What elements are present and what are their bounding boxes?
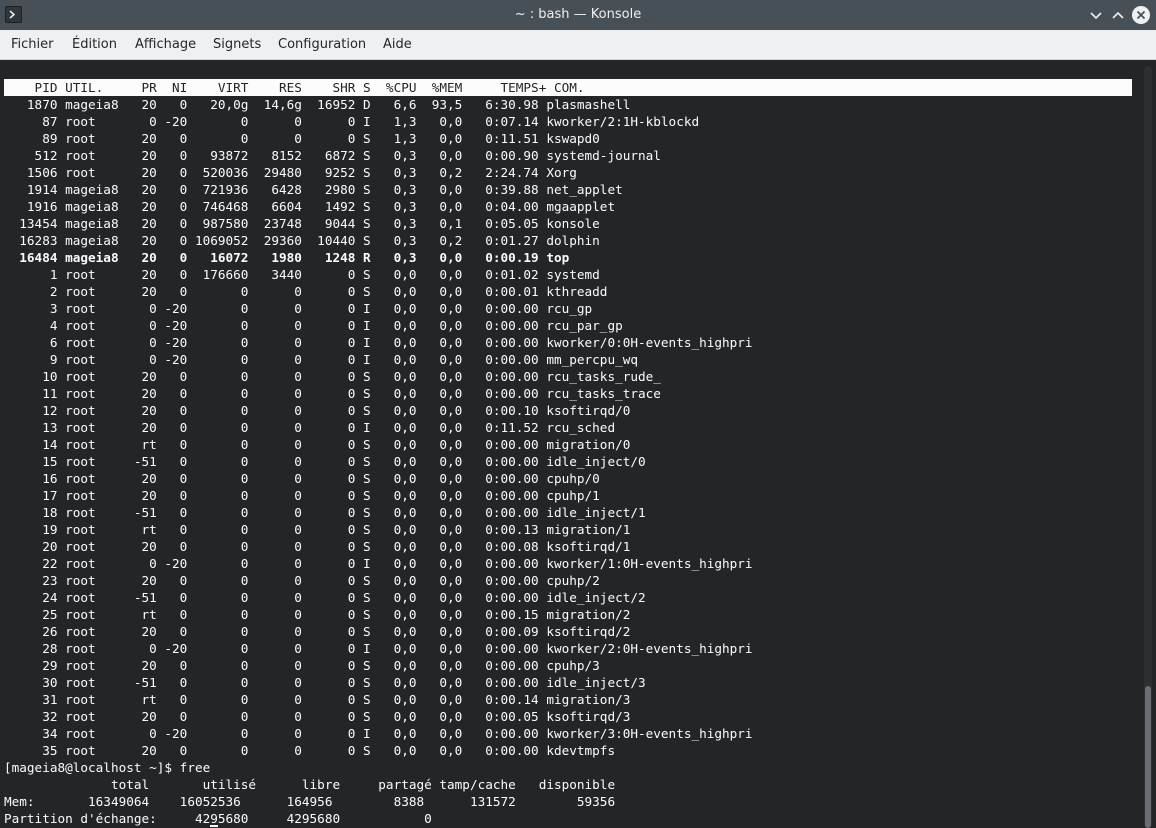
- terminal-line: 13454 mageia8 20 0 987580 23748 9044 S 0…: [4, 216, 600, 231]
- menu-edition[interactable]: Édition: [72, 37, 117, 52]
- terminal-line: 512 root 20 0 93872 8152 6872 S 0,3 0,0 …: [4, 148, 661, 163]
- terminal-line: Mem: 16349064 16052536 164956 8388 13157…: [4, 794, 616, 809]
- minimize-icon: [1090, 12, 1102, 20]
- terminal-line: 9 root 0 -20 0 0 0 I 0,0 0,0 0:00.00 mm_…: [4, 352, 638, 367]
- terminal-line: 23 root 20 0 0 0 0 S 0,0 0,0 0:00.00 cpu…: [4, 573, 600, 588]
- terminal-line: 17 root 20 0 0 0 0 S 0,0 0,0 0:00.00 cpu…: [4, 488, 600, 503]
- maximize-button[interactable]: [1108, 5, 1128, 25]
- terminal-line: 1506 root 20 0 520036 29480 9252 S 0,3 0…: [4, 165, 577, 180]
- terminal-line: 20 root 20 0 0 0 0 S 0,0 0,0 0:00.08 kso…: [4, 539, 631, 554]
- menu-configuration[interactable]: Configuration: [278, 37, 366, 52]
- terminal-line: total utilisé libre partagé tamp/cache d…: [4, 777, 616, 792]
- terminal-line: 32 root 20 0 0 0 0 S 0,0 0,0 0:00.05 kso…: [4, 709, 631, 724]
- terminal-line: 14 root rt 0 0 0 0 S 0,0 0,0 0:00.00 mig…: [4, 437, 631, 452]
- terminal-line: 34 root 0 -20 0 0 0 I 0,0 0,0 0:00.00 kw…: [4, 726, 753, 741]
- terminal-line: 4 root 0 -20 0 0 0 I 0,0 0,0 0:00.00 rcu…: [4, 318, 623, 333]
- terminal-line: 29 root 20 0 0 0 0 S 0,0 0,0 0:00.00 cpu…: [4, 658, 600, 673]
- minimize-button[interactable]: [1086, 5, 1106, 25]
- menu-bar: Fichier Édition Affichage Signets Config…: [0, 30, 1156, 60]
- terminal-line: 6 root 0 -20 0 0 0 I 0,0 0,0 0:00.00 kwo…: [4, 335, 753, 350]
- terminal-line: 1870 mageia8 20 0 20,0g 14,6g 16952 D 6,…: [4, 97, 631, 112]
- terminal-line: 24 root -51 0 0 0 0 S 0,0 0,0 0:00.00 id…: [4, 590, 646, 605]
- terminal-line: 28 root 0 -20 0 0 0 I 0,0 0,0 0:00.00 kw…: [4, 641, 753, 656]
- text-cursor: [210, 825, 218, 827]
- terminal-line: 1 root 20 0 176660 3440 0 S 0,0 0,0 0:01…: [4, 267, 600, 282]
- terminal-line: 3 root 0 -20 0 0 0 I 0,0 0,0 0:00.00 rcu…: [4, 301, 593, 316]
- terminal-line: 10 root 20 0 0 0 0 S 0,0 0,0 0:00.00 rcu…: [4, 369, 661, 384]
- terminal-line: 15 root -51 0 0 0 0 S 0,0 0,0 0:00.00 id…: [4, 454, 646, 469]
- terminal-line: Partition d'échange: 4295680 4295680 0: [4, 811, 432, 826]
- terminal-line: 35 root 20 0 0 0 0 S 0,0 0,0 0:00.00 kde…: [4, 743, 616, 758]
- close-icon: [1136, 10, 1146, 20]
- terminal-line: 13 root 20 0 0 0 0 I 0,0 0,0 0:11.52 rcu…: [4, 420, 616, 435]
- terminal-scrollbar[interactable]: [1144, 66, 1152, 828]
- terminal-line: 87 root 0 -20 0 0 0 I 1,3 0,0 0:07.14 kw…: [4, 114, 700, 129]
- terminal-area[interactable]: PID UTIL. PR NI VIRT RES SHR S %CPU %MEM…: [0, 60, 1156, 828]
- terminal-line: 31 root rt 0 0 0 0 S 0,0 0,0 0:00.14 mig…: [4, 692, 631, 707]
- terminal-line: 16 root 20 0 0 0 0 S 0,0 0,0 0:00.00 cpu…: [4, 471, 600, 486]
- terminal-line: 25 root rt 0 0 0 0 S 0,0 0,0 0:00.15 mig…: [4, 607, 631, 622]
- terminal-line: 12 root 20 0 0 0 0 S 0,0 0,0 0:00.10 kso…: [4, 403, 631, 418]
- terminal-line: 26 root 20 0 0 0 0 S 0,0 0,0 0:00.09 kso…: [4, 624, 631, 639]
- maximize-icon: [1112, 11, 1124, 19]
- terminal-line: 22 root 0 -20 0 0 0 I 0,0 0,0 0:00.00 kw…: [4, 556, 753, 571]
- menu-fichier[interactable]: Fichier: [11, 37, 54, 52]
- terminal-line: 19 root rt 0 0 0 0 S 0,0 0,0 0:00.13 mig…: [4, 522, 631, 537]
- terminal-line: 2 root 20 0 0 0 0 S 0,0 0,0 0:00.01 kthr…: [4, 284, 608, 299]
- terminal-line: 89 root 20 0 0 0 0 S 1,3 0,0 0:11.51 ksw…: [4, 131, 600, 146]
- scrollbar-thumb[interactable]: [1145, 686, 1151, 828]
- terminal-line: 1914 mageia8 20 0 721936 6428 2980 S 0,3…: [4, 182, 623, 197]
- title-bar[interactable]: ~ : bash — Konsole: [0, 0, 1156, 30]
- terminal-line: 11 root 20 0 0 0 0 S 0,0 0,0 0:00.00 rcu…: [4, 386, 661, 401]
- terminal-line: 16283 mageia8 20 0 1069052 29360 10440 S…: [4, 233, 600, 248]
- terminal-line: 1916 mageia8 20 0 746468 6604 1492 S 0,3…: [4, 199, 616, 214]
- top-column-header: PID UTIL. PR NI VIRT RES SHR S %CPU %MEM…: [4, 79, 1132, 96]
- menu-aide[interactable]: Aide: [383, 37, 412, 52]
- terminal-output: PID UTIL. PR NI VIRT RES SHR S %CPU %MEM…: [4, 79, 1132, 827]
- window-title: ~ : bash — Konsole: [514, 7, 642, 22]
- terminal-line-highlighted: 16484 mageia8 20 0 16072 1980 1248 R 0,3…: [4, 250, 570, 265]
- terminal-line: [mageia8@localhost ~]$ free: [4, 760, 211, 775]
- terminal-line: 18 root -51 0 0 0 0 S 0,0 0,0 0:00.00 id…: [4, 505, 646, 520]
- close-button[interactable]: [1131, 5, 1151, 25]
- terminal-line: 30 root -51 0 0 0 0 S 0,0 0,0 0:00.00 id…: [4, 675, 646, 690]
- menu-affichage[interactable]: Affichage: [135, 37, 196, 52]
- menu-signets[interactable]: Signets: [213, 37, 261, 52]
